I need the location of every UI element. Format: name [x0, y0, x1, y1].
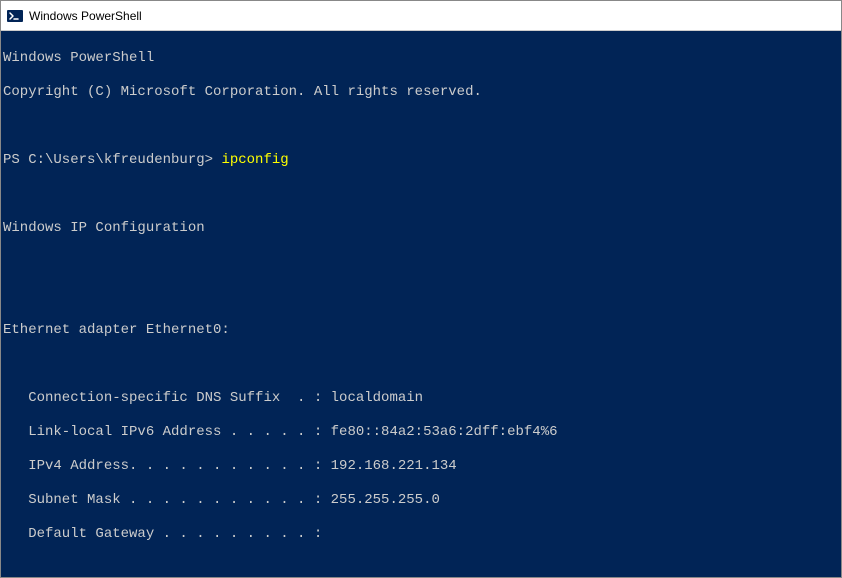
window-title: Windows PowerShell [29, 9, 142, 23]
adapter-header: Ethernet adapter Ethernet0: [3, 322, 841, 339]
copyright-line: Copyright (C) Microsoft Corporation. All… [3, 84, 841, 101]
blank-line [3, 356, 841, 373]
prompt: PS C:\Users\kfreudenburg> [3, 152, 221, 168]
adapter-subnet: Subnet Mask . . . . . . . . . . . : 255.… [3, 492, 841, 509]
adapter-dns-suffix: Connection-specific DNS Suffix . : local… [3, 390, 841, 407]
prompt-line: PS C:\Users\kfreudenburg> ipconfig [3, 152, 841, 169]
blank-line [3, 254, 841, 271]
adapter-ipv6: Link-local IPv6 Address . . . . . : fe80… [3, 424, 841, 441]
adapter-ipv4: IPv4 Address. . . . . . . . . . . : 192.… [3, 458, 841, 475]
powershell-icon [7, 8, 23, 24]
header-line: Windows PowerShell [3, 50, 841, 67]
blank-line [3, 288, 841, 305]
command-text: ipconfig [221, 152, 288, 168]
terminal-output[interactable]: Windows PowerShell Copyright (C) Microso… [1, 31, 841, 577]
powershell-window: Windows PowerShell Windows PowerShell Co… [0, 0, 842, 578]
blank-line [3, 560, 841, 577]
ipconfig-title: Windows IP Configuration [3, 220, 841, 237]
adapter-gateway: Default Gateway . . . . . . . . . : [3, 526, 841, 543]
titlebar[interactable]: Windows PowerShell [1, 1, 841, 31]
blank-line [3, 118, 841, 135]
blank-line [3, 186, 841, 203]
